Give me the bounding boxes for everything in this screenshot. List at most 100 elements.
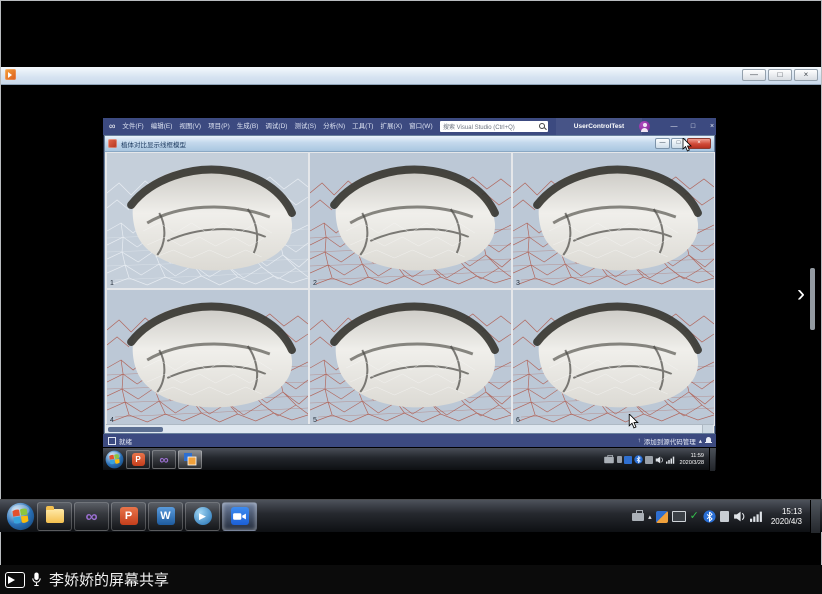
- taskbar-explorer[interactable]: [37, 502, 72, 531]
- vs-minimize-button[interactable]: —: [665, 118, 683, 135]
- menu-file[interactable]: 文件(F): [122, 118, 143, 135]
- minimize-button[interactable]: —: [742, 69, 766, 81]
- start-button[interactable]: [6, 502, 35, 531]
- taskbar-visual-studio[interactable]: ∞: [74, 502, 109, 531]
- remote-taskbar: P ∞ 11:59 2020/3/28: [103, 447, 716, 470]
- meeting-screen-share-window: — □ × ∞ 文件(F) 编辑(E) 视图(V) 项目(P) 生成(B) 调试…: [0, 0, 822, 594]
- taskbar-powerpoint[interactable]: P: [111, 502, 146, 531]
- remote-taskbar-powerpoint[interactable]: P: [126, 450, 150, 469]
- viewer-window-controls: — □ ×: [655, 138, 711, 149]
- remote-date: 2020/3/28: [680, 460, 704, 467]
- bluetooth-icon[interactable]: [703, 510, 716, 523]
- local-taskbar: ∞ P W ▶ ▴ ✓ 15:13 2020/4/3: [0, 499, 822, 532]
- add-to-source-control-button[interactable]: 添加到源代码管理: [644, 436, 696, 446]
- vs-search-placeholder: 搜索 Visual Studio (Ctrl+Q): [440, 122, 538, 131]
- mesh-panel-5[interactable]: 5: [310, 290, 511, 425]
- close-button[interactable]: ×: [794, 69, 818, 81]
- panel-label: 4: [110, 417, 114, 424]
- tray-app-icon[interactable]: [617, 456, 622, 463]
- visual-studio-menubar: 文件(F) 编辑(E) 视图(V) 项目(P) 生成(B) 调试(D) 测试(S…: [122, 118, 461, 135]
- tray-briefcase-icon[interactable]: [604, 456, 614, 462]
- edge-scroll-strip[interactable]: [810, 268, 815, 330]
- tray-display-icon[interactable]: [672, 511, 686, 522]
- remote-start-button[interactable]: [105, 450, 124, 469]
- menu-edit[interactable]: 编辑(E): [151, 118, 173, 135]
- menu-debug[interactable]: 调试(D): [265, 118, 287, 135]
- network-signal-icon[interactable]: [666, 456, 675, 464]
- maximize-button[interactable]: □: [768, 69, 792, 81]
- viewer-minimize-button[interactable]: —: [655, 138, 670, 149]
- vs-account-avatar[interactable]: [639, 121, 650, 132]
- screen-share-icon[interactable]: [5, 572, 25, 588]
- clock[interactable]: 15:13 2020/4/3: [767, 507, 806, 527]
- tray-usb-icon[interactable]: [645, 456, 653, 464]
- microphone-icon[interactable]: [31, 572, 42, 587]
- tooth-mesh-image: [513, 153, 714, 288]
- vs-restore-button[interactable]: □: [684, 118, 702, 135]
- mesh-panel-3[interactable]: 3: [513, 153, 714, 288]
- vs-close-button[interactable]: ×: [703, 118, 721, 135]
- menu-project[interactable]: 项目(P): [208, 118, 230, 135]
- search-icon: [538, 122, 546, 130]
- volume-icon[interactable]: [655, 456, 664, 464]
- panel-label: 5: [313, 417, 317, 424]
- status-ready-label: 就绪: [119, 436, 132, 446]
- remote-taskbar-winforms-app[interactable]: [178, 450, 202, 469]
- taskbar-word[interactable]: W: [148, 502, 183, 531]
- remote-clock[interactable]: 11:59 2020/3/28: [677, 453, 707, 467]
- remote-taskbar-visual-studio[interactable]: ∞: [152, 450, 176, 469]
- menu-window[interactable]: 窗口(W): [409, 118, 432, 135]
- scrollbar-thumb[interactable]: [108, 427, 163, 432]
- viewer-titlebar[interactable]: 植体对比显示线框模型 — □ ×: [105, 136, 714, 152]
- volume-icon[interactable]: [733, 511, 746, 522]
- viewer-close-button[interactable]: ×: [687, 138, 711, 149]
- date: 2020/4/3: [771, 517, 802, 527]
- explorer-icon: [46, 509, 64, 523]
- tooth-mesh-image: [513, 290, 714, 425]
- tooth-mesh-image: [107, 153, 308, 288]
- resize-grip[interactable]: [702, 425, 713, 433]
- meeting-app-icon: [5, 69, 16, 80]
- mesh-panel-grid: 1 2 3 4 5: [106, 152, 715, 426]
- tray-clipboard-icon[interactable]: [720, 511, 729, 522]
- show-desktop-button[interactable]: [810, 500, 820, 533]
- menu-test[interactable]: 测试(S): [294, 118, 316, 135]
- arrow-up-icon: ↑: [637, 437, 640, 444]
- network-signal-icon[interactable]: [750, 511, 763, 522]
- tray-briefcase-icon[interactable]: [632, 513, 644, 521]
- mesh-panel-4[interactable]: 4: [107, 290, 308, 425]
- mesh-panel-1[interactable]: 1: [107, 153, 308, 288]
- word-icon: W: [157, 507, 175, 525]
- menu-tools[interactable]: 工具(T): [352, 118, 373, 135]
- tray-graphics-icon[interactable]: [656, 511, 668, 523]
- menu-extensions[interactable]: 扩展(X): [380, 118, 402, 135]
- vs-search-box[interactable]: 搜索 Visual Studio (Ctrl+Q): [440, 121, 548, 132]
- menu-build[interactable]: 生成(B): [237, 118, 259, 135]
- panel-label: 2: [313, 280, 317, 287]
- tooth-mesh-image: [310, 290, 511, 425]
- outer-window-controls: — □ ×: [742, 69, 818, 81]
- bluetooth-icon[interactable]: [634, 455, 643, 464]
- visual-studio-icon: ∞: [159, 453, 168, 466]
- viewer-restore-button[interactable]: □: [671, 138, 686, 149]
- tray-netdisk-icon[interactable]: [624, 456, 632, 464]
- tooth-mesh-image: [310, 153, 511, 288]
- horizontal-scrollbar[interactable]: [106, 424, 713, 433]
- hidden-icons-caret[interactable]: ▴: [648, 513, 652, 521]
- notification-bell-icon[interactable]: [705, 437, 712, 445]
- mesh-panel-2[interactable]: 2: [310, 153, 511, 288]
- mesh-panel-6[interactable]: 6: [513, 290, 714, 425]
- powerpoint-icon: P: [132, 453, 145, 466]
- menu-analyze[interactable]: 分析(N): [323, 118, 345, 135]
- expand-panel-chevron[interactable]: ›: [797, 282, 805, 306]
- taskbar-media-player[interactable]: ▶: [185, 502, 220, 531]
- caret-up-icon: ▴: [699, 437, 702, 445]
- tray-antivirus-icon[interactable]: ✓: [690, 511, 699, 522]
- menu-view[interactable]: 视图(V): [179, 118, 201, 135]
- viewer-title: 植体对比显示线框模型: [121, 139, 186, 149]
- tooth-mesh-image: [107, 290, 308, 425]
- panel-label: 3: [516, 280, 520, 287]
- taskbar-meeting-app[interactable]: [222, 502, 257, 531]
- remote-show-desktop-button[interactable]: [709, 448, 715, 471]
- visual-studio-titlebar: ∞ 文件(F) 编辑(E) 视图(V) 项目(P) 生成(B) 调试(D) 测试…: [103, 118, 716, 135]
